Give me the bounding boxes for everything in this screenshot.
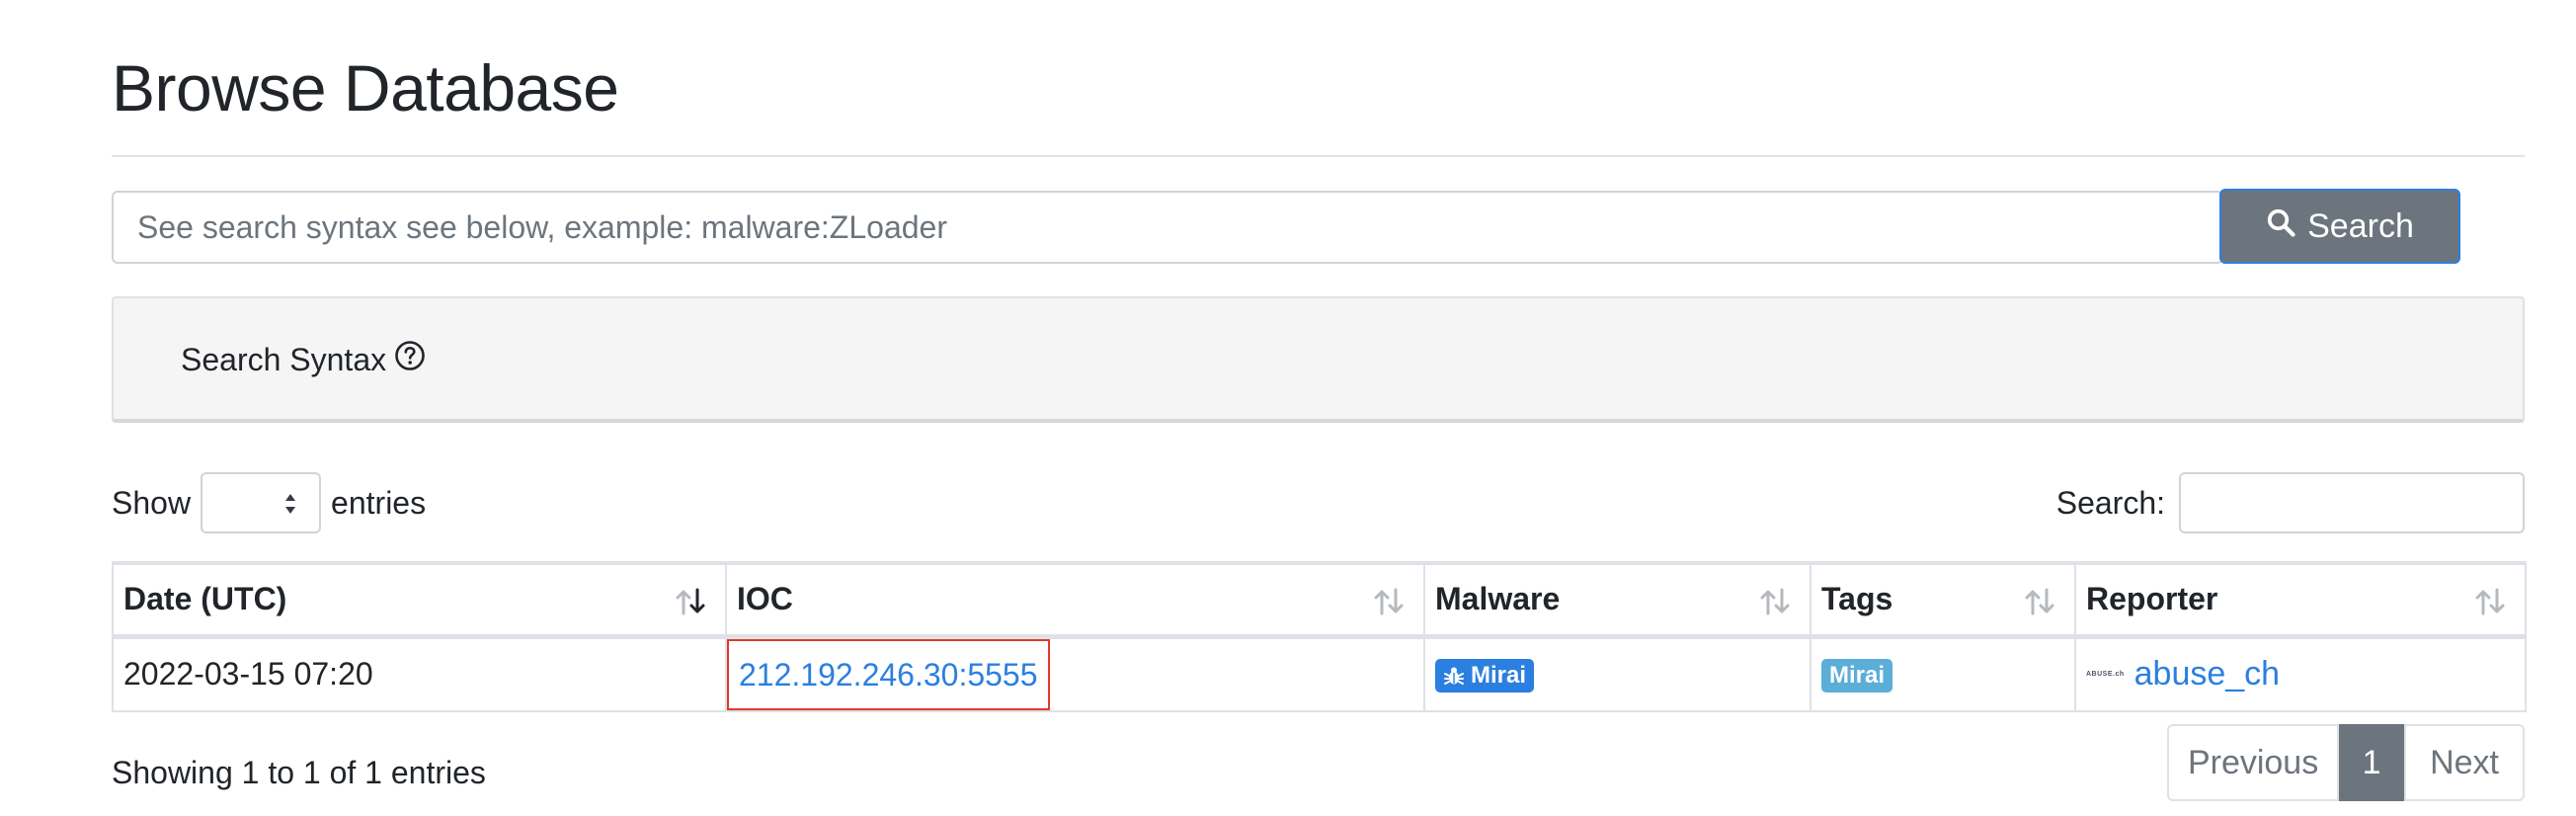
malware-cell: Mirai [1423,635,1811,712]
malware-badge-label: Mirai [1471,662,1527,690]
reporter-link[interactable]: abuse_ch [2134,655,2280,694]
ioc-cell: 212.192.246.30:5555 [725,635,1425,712]
table-info: Showing 1 to 1 of 1 entries [112,755,486,790]
sort-both-icon [1760,588,1790,615]
tag-badge[interactable]: Mirai [1821,659,1893,694]
results-table: Date (UTC) IOC Malware Tags Reporter 202… [112,561,2527,712]
page-title: Browse Database [112,51,619,124]
entries-length-control: Show entries [112,472,426,533]
column-header-ioc[interactable]: IOC [725,561,1425,639]
table-search-input[interactable] [2179,472,2525,533]
malware-badge[interactable]: Mirai [1435,659,1535,694]
search-syntax-panel: Search Syntax [112,296,2525,423]
reporter-logo: ABUSE.ch [2086,671,2125,678]
show-label: Show [112,484,192,521]
ioc-link[interactable]: 212.192.246.30:5555 [727,638,1050,710]
table-filter: Search: [2056,472,2525,533]
select-arrows-icon [285,494,296,514]
search-syntax-label: Search Syntax [181,341,387,377]
tags-cell: Mirai [1810,635,2076,712]
table-search-label: Search: [2055,484,2165,521]
date-cell: 2022-03-15 07:20 [112,635,727,712]
next-page-button[interactable]: Next [2404,724,2525,801]
title-divider [112,155,2525,157]
search-button[interactable]: Search [2219,189,2460,264]
search-icon [2266,207,2295,246]
sort-descending-icon [676,588,705,615]
column-header-reporter[interactable]: Reporter [2074,561,2527,639]
search-input[interactable] [112,191,2223,264]
search-syntax-toggle[interactable]: Search Syntax [181,298,426,421]
column-header-malware[interactable]: Malware [1423,561,1811,639]
previous-page-button[interactable]: Previous [2167,724,2340,801]
column-header-tags[interactable]: Tags [1810,561,2076,639]
reporter-cell: ABUSE.ch abuse_ch [2074,635,2527,712]
entries-label: entries [331,484,427,521]
entries-length-select[interactable] [201,472,322,533]
bug-icon [1444,667,1464,686]
sort-both-icon [2025,588,2054,615]
pagination: Previous 1 Next [2167,724,2525,801]
search-button-label: Search [2307,206,2414,245]
sort-both-icon [1374,588,1404,615]
question-circle-icon [394,340,426,379]
table-row: 2022-03-15 07:20 212.192.246.30:5555 Mir… [112,635,2527,712]
column-header-date[interactable]: Date (UTC) [112,561,727,639]
page-1-button[interactable]: 1 [2339,724,2405,801]
table-header-row: Date (UTC) IOC Malware Tags Reporter [112,561,2527,639]
sort-both-icon [2475,588,2505,615]
